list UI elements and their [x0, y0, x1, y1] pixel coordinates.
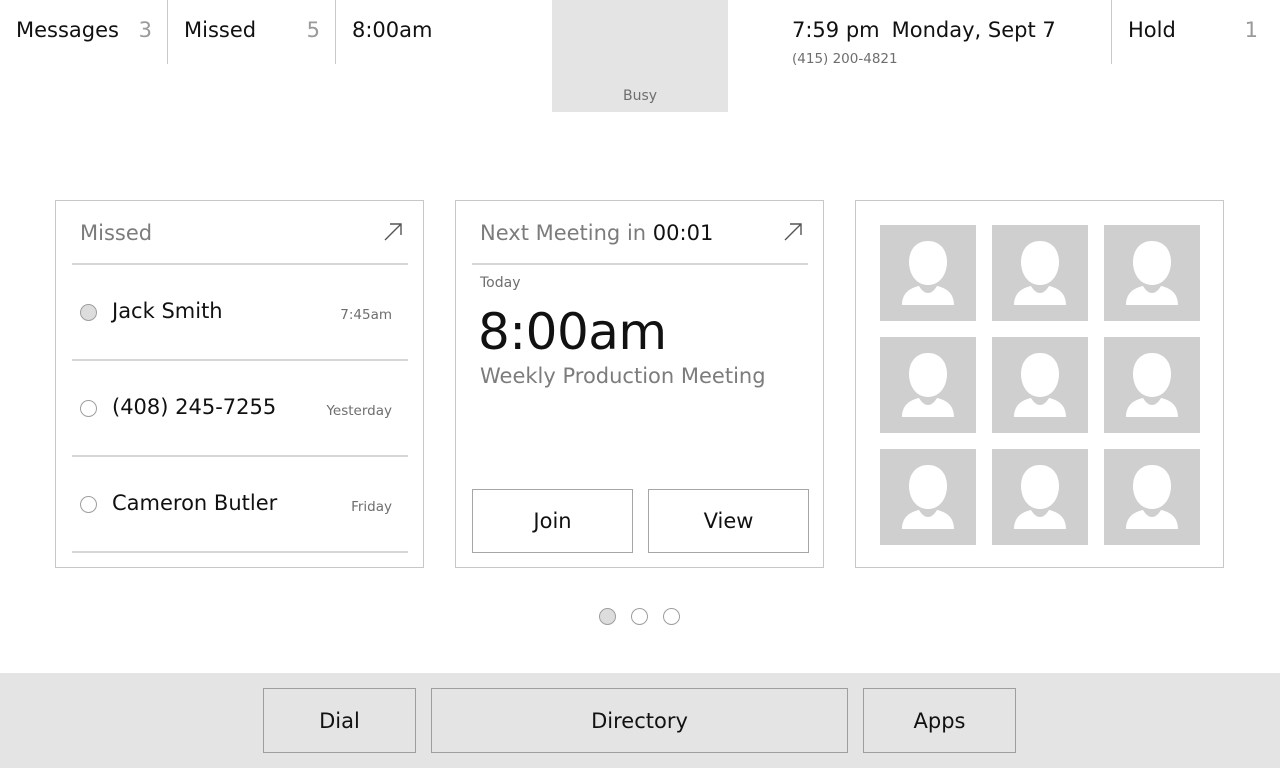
meeting-day: Today — [480, 275, 521, 291]
page-dot[interactable] — [663, 608, 680, 625]
card-header: Missed — [72, 201, 408, 265]
dial-button[interactable]: Dial — [263, 688, 416, 753]
directory-button[interactable]: Directory — [431, 688, 848, 753]
messages-tab[interactable]: Messages 3 — [0, 0, 168, 64]
caller-name: (408) 245-7255 — [112, 395, 277, 419]
view-button[interactable]: View — [648, 489, 809, 553]
clock-date: Monday, Sept 7 — [891, 18, 1056, 42]
card-title-prefix: Next Meeting in — [480, 221, 647, 245]
missed-call-row[interactable]: (408) 245-7255 Yesterday — [72, 361, 408, 457]
messages-count: 3 — [138, 18, 152, 42]
page-dot[interactable] — [599, 608, 616, 625]
call-time: Yesterday — [326, 403, 392, 419]
call-time: Friday — [351, 499, 392, 515]
join-button[interactable]: Join — [472, 489, 633, 553]
next-meeting-tab[interactable]: 8:00am — [336, 0, 536, 64]
contact-avatar[interactable] — [992, 337, 1088, 433]
person-placeholder-icon — [880, 337, 976, 433]
card-header: Next Meeting in 00:01 — [472, 201, 808, 265]
own-phone-number: (415) 200-4821 — [792, 51, 898, 67]
contact-avatar[interactable] — [992, 449, 1088, 545]
caller-name: Cameron Butler — [112, 491, 278, 515]
person-placeholder-icon — [992, 225, 1088, 321]
missed-call-row[interactable]: Jack Smith 7:45am — [72, 265, 408, 361]
next-meeting-time: 8:00am — [352, 18, 433, 42]
expand-arrow-icon[interactable] — [382, 221, 404, 243]
apps-button[interactable]: Apps — [863, 688, 1016, 753]
presence-status-tile[interactable]: Busy — [552, 0, 728, 112]
card-title: Missed — [80, 221, 153, 245]
call-time: 7:45am — [340, 307, 392, 323]
contact-avatar[interactable] — [880, 225, 976, 321]
presence-status-label: Busy — [622, 88, 658, 104]
hold-tab[interactable]: Hold 1 — [1112, 0, 1280, 64]
selection-radio[interactable] — [80, 304, 97, 321]
person-placeholder-icon — [992, 449, 1088, 545]
contact-avatar[interactable] — [1104, 449, 1200, 545]
person-placeholder-icon — [880, 225, 976, 321]
person-placeholder-icon — [880, 449, 976, 545]
messages-label: Messages — [16, 18, 119, 42]
contact-avatar[interactable] — [992, 225, 1088, 321]
person-placeholder-icon — [992, 337, 1088, 433]
expand-arrow-icon[interactable] — [782, 221, 804, 243]
clock-time: 7:59 pm — [792, 18, 880, 42]
bottom-action-bar: Dial Directory Apps — [0, 673, 1280, 768]
missed-count: 5 — [306, 18, 320, 42]
hold-count: 1 — [1244, 18, 1258, 42]
hold-label: Hold — [1128, 18, 1176, 42]
person-placeholder-icon — [1104, 449, 1200, 545]
contact-avatar[interactable] — [1104, 337, 1200, 433]
person-placeholder-icon — [1104, 337, 1200, 433]
meeting-time: 8:00am — [478, 303, 667, 361]
contact-avatar[interactable] — [880, 449, 976, 545]
meeting-name: Weekly Production Meeting — [480, 364, 766, 388]
missed-label: Missed — [184, 18, 257, 42]
selection-radio[interactable] — [80, 400, 97, 417]
caller-name: Jack Smith — [112, 299, 223, 323]
contact-avatar[interactable] — [880, 337, 976, 433]
contact-avatar[interactable] — [1104, 225, 1200, 321]
next-meeting-card: Next Meeting in 00:01 Today 8:00am Weekl… — [455, 200, 824, 568]
top-status-bar: Messages 3 Missed 5 8:00am Busy 7:59 pm M… — [0, 0, 1280, 112]
missed-calls-card: Missed Jack Smith 7:45am (408) 245-7255 … — [55, 200, 424, 568]
card-title: Next Meeting in 00:01 — [480, 221, 713, 245]
missed-call-row[interactable]: Cameron Butler Friday — [72, 457, 408, 553]
selection-radio[interactable] — [80, 496, 97, 513]
favorites-card — [855, 200, 1224, 568]
missed-tab[interactable]: Missed 5 — [168, 0, 336, 64]
meeting-countdown: 00:01 — [652, 221, 714, 245]
clock: 7:59 pm Monday, Sept 7 — [792, 18, 1056, 42]
person-placeholder-icon — [1104, 225, 1200, 321]
page-dot[interactable] — [631, 608, 648, 625]
